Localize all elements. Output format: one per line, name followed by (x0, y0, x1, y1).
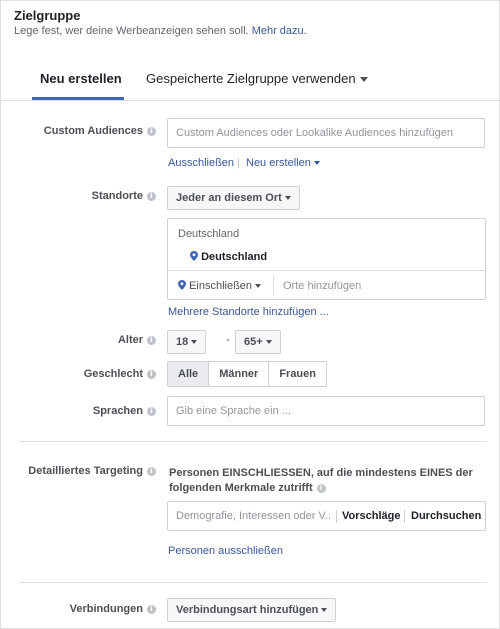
gender-label: Geschlecht i (84, 368, 156, 380)
suggestions-button[interactable]: Vorschläge (342, 510, 401, 522)
info-icon[interactable]: i (147, 407, 156, 416)
include-separator (273, 275, 274, 295)
info-icon[interactable]: i (147, 336, 156, 345)
detailed-targeting-input[interactable]: Demografie, Interessen oder V.. (176, 510, 331, 522)
active-tab-indicator (32, 97, 124, 100)
info-icon[interactable]: i (147, 605, 156, 614)
connections-label: Verbindungen i (70, 603, 156, 615)
gender-label-text: Geschlecht (83, 368, 143, 380)
info-icon[interactable]: i (147, 370, 156, 379)
custom-audiences-input[interactable]: Custom Audiences oder Lookalike Audience… (167, 118, 485, 148)
detailed-targeting-input-group: Demografie, Interessen oder V.. Vorschlä… (167, 501, 486, 531)
info-icon[interactable]: i (147, 192, 156, 201)
languages-label: Sprachen i (93, 405, 156, 417)
info-icon[interactable]: i (316, 484, 326, 493)
input-separator (336, 510, 337, 523)
tab-saved-audience-label: Gespeicherte Zielgruppe verwenden (146, 71, 356, 86)
custom-audiences-create-link[interactable]: Neu erstellen (246, 157, 320, 169)
location-pin-icon (178, 280, 186, 290)
caret-down-icon (265, 340, 272, 345)
locations-divider (168, 270, 485, 271)
languages-input[interactable]: Gib eine Sprache ein ... (167, 396, 485, 426)
age-max-dropdown[interactable]: 65+ (235, 330, 281, 354)
create-link-label: Neu erstellen (246, 157, 311, 169)
tab-create-new[interactable]: Neu erstellen (40, 71, 122, 86)
audience-tabs: Neu erstellen Gespeicherte Zielgruppe ve… (1, 61, 500, 101)
selected-location: Deutschland (190, 251, 267, 263)
gender-selector: Alle Männer Frauen (167, 361, 327, 387)
caret-down-icon (284, 196, 291, 201)
section-title: Zielgruppe (14, 8, 81, 23)
include-label: Einschließen (189, 280, 253, 292)
caret-down-icon (255, 284, 262, 289)
custom-audiences-exclude-link[interactable]: Ausschließen (168, 157, 234, 169)
caret-down-icon (191, 340, 198, 345)
gender-option-women[interactable]: Frauen (269, 362, 326, 386)
locations-type-label: Jeder an diesem Ort (176, 192, 282, 204)
connections-dropdown[interactable]: Verbindungsart hinzufügen (167, 598, 337, 622)
exclude-people-link[interactable]: Personen ausschließen (168, 545, 283, 557)
gender-option-men[interactable]: Männer (209, 362, 270, 386)
section-divider (19, 441, 487, 442)
age-separator: - (226, 334, 230, 346)
custom-audiences-label: Custom Audiences i (44, 125, 156, 137)
detailed-targeting-description: Personen EINSCHLIESSEN, auf die mindeste… (169, 466, 479, 496)
custom-audiences-label-text: Custom Audiences (43, 125, 143, 137)
locations-country-header: Deutschland (178, 228, 240, 240)
locations-include-dropdown[interactable]: Einschließen (178, 280, 262, 292)
locations-label-text: Standorte (91, 190, 143, 202)
more-info-link[interactable]: Mehr dazu. (252, 25, 307, 37)
input-separator (404, 510, 405, 523)
age-min-value: 18 (176, 336, 189, 348)
detailed-targeting-label: Detailliertes Targeting i (28, 465, 156, 477)
tab-saved-audience[interactable]: Gespeicherte Zielgruppe verwenden (146, 71, 368, 86)
age-label: Alter i (118, 334, 156, 346)
section-subtitle: Lege fest, wer deine Werbeanzeigen sehen… (14, 25, 307, 37)
info-icon[interactable]: i (147, 467, 156, 476)
age-min-dropdown[interactable]: 18 (167, 330, 207, 354)
gender-option-all[interactable]: Alle (168, 362, 210, 386)
locations-type-dropdown[interactable]: Jeder an diesem Ort (167, 186, 300, 210)
info-icon[interactable]: i (147, 127, 156, 136)
browse-button[interactable]: Durchsuchen (411, 510, 481, 522)
selected-location-name: Deutschland (201, 251, 268, 263)
connections-label-text: Verbindungen (69, 603, 143, 615)
connections-dropdown-label: Verbindungsart hinzufügen (176, 604, 319, 616)
caret-down-icon (321, 608, 328, 613)
audience-panel: Zielgruppe Lege fest, wer deine Werbeanz… (0, 0, 500, 629)
age-label-text: Alter (117, 334, 143, 346)
caret-down-icon (313, 161, 320, 166)
locations-box: Deutschland Deutschland Einschließen Ort… (167, 218, 486, 300)
section-divider (19, 582, 487, 583)
locations-label: Standorte i (92, 190, 156, 202)
link-separator: | (237, 157, 240, 169)
languages-label-text: Sprachen (92, 405, 143, 417)
add-multiple-locations-link[interactable]: Mehrere Standorte hinzufügen ... (168, 306, 329, 318)
age-max-value: 65+ (244, 336, 263, 348)
caret-down-icon (359, 77, 368, 83)
location-pin-icon (190, 251, 198, 261)
subtitle-text: Lege fest, wer deine Werbeanzeigen sehen… (14, 25, 249, 37)
detailed-targeting-label-text: Detailliertes Targeting (28, 465, 143, 477)
add-locations-input[interactable]: Orte hinzufügen (283, 280, 361, 292)
